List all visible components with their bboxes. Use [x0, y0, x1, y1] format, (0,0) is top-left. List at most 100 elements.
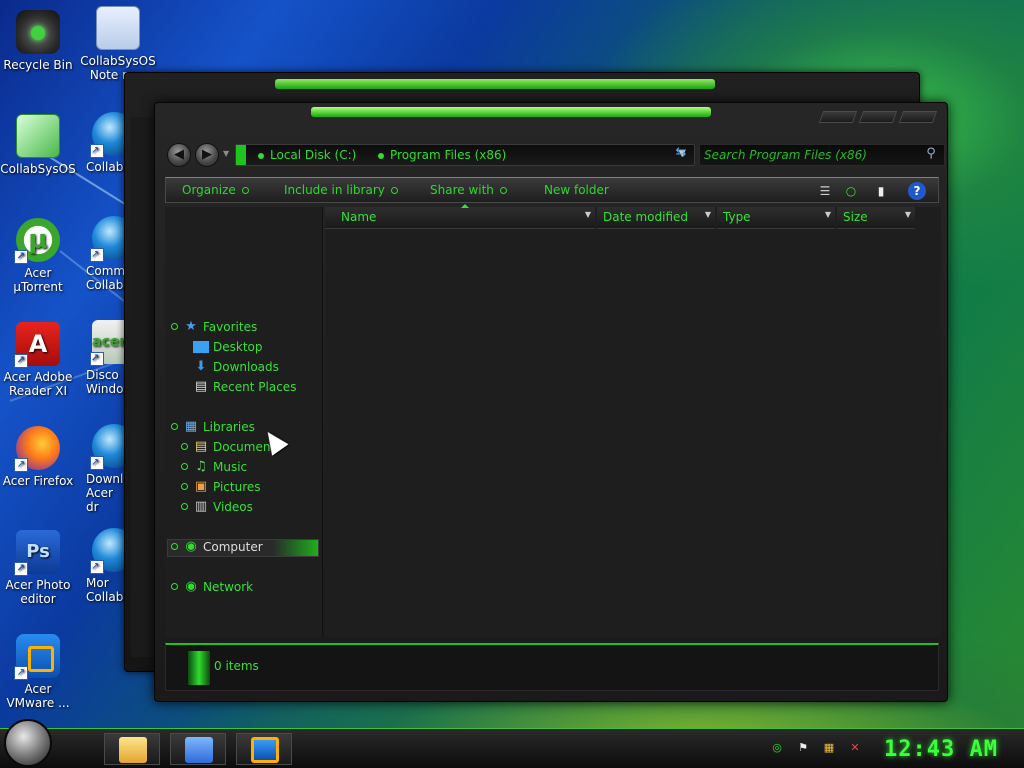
expand-icon: [181, 483, 188, 490]
shortcut-arrow-icon: ↗: [90, 352, 104, 366]
desktop-icon-firefox[interactable]: ↗ Acer Firefox: [0, 426, 76, 488]
preview-pane-icon[interactable]: ▮: [872, 182, 890, 200]
desktop-icon-label: Acer Firefox: [2, 474, 74, 488]
shortcut-arrow-icon: ↗: [14, 458, 28, 472]
desktop-icon-vmware[interactable]: ↗ Acer VMware ...: [0, 634, 76, 710]
column-dropdown-icon[interactable]: ▼: [905, 210, 911, 219]
start-button[interactable]: [4, 719, 52, 767]
network-icon: ◉: [185, 579, 197, 594]
desktop-icon-label: Downl Acer dr: [86, 472, 124, 514]
dropdown-dot-icon: [241, 187, 249, 194]
explorer-window[interactable]: ◀ ▶ ▼ Local Disk (C:) Program Files (x86…: [154, 102, 948, 702]
desktop-icon-more-collabs[interactable]: ↗ Mor CollabS: [80, 528, 124, 604]
column-dropdown-icon[interactable]: ▼: [705, 210, 711, 219]
network-status-icon[interactable]: ▦: [822, 741, 836, 755]
shortcut-arrow-icon: ↗: [90, 560, 104, 574]
desktop-icon-label: CollabSysOS: [0, 162, 76, 176]
expand-icon: [181, 463, 188, 470]
star-icon: ★: [185, 319, 197, 334]
desktop-icon-collabsysos-note[interactable]: CollabSysOS Note re…: [80, 6, 156, 82]
dropdown-dot-icon: [390, 187, 398, 194]
column-header-date-modified[interactable]: Date modified ▼: [597, 207, 715, 229]
new-folder-button[interactable]: New folder: [544, 183, 609, 197]
show-hidden-icons-icon[interactable]: ◎: [770, 741, 784, 755]
desktop-icon-photo-editor[interactable]: Ps ↗ Acer Photo editor: [0, 530, 76, 606]
column-dropdown-icon[interactable]: ▼: [585, 210, 591, 219]
clock[interactable]: 12:43 AM: [884, 737, 998, 762]
acer-icon: acer ↗: [90, 320, 124, 366]
desktop-icon-label: Recycle Bin: [3, 58, 73, 72]
globe-icon: ↗: [90, 112, 124, 158]
desktop-icon-download-acer[interactable]: ↗ Downl Acer dr: [80, 424, 124, 514]
desktop-icon-recycle-bin[interactable]: Recycle Bin: [0, 10, 76, 72]
pictures-icon: ▣: [194, 479, 208, 494]
desktop-icon-label: Acer Photo editor: [5, 578, 71, 606]
system-tray: ◎ ⚑ ▦ ✕ 12:43 AM: [760, 733, 1024, 765]
column-header-name[interactable]: Name ▼: [325, 204, 595, 229]
close-button[interactable]: [898, 111, 938, 123]
taskbar-control-panel-button[interactable]: [170, 733, 226, 765]
desktop-icon-collabsysos[interactable]: CollabSysOS: [0, 114, 76, 176]
search-input[interactable]: [704, 147, 918, 163]
volume-muted-icon[interactable]: ✕: [848, 741, 862, 755]
vmware-icon: [251, 737, 279, 763]
folder-icon: [236, 145, 246, 165]
globe-icon: ↗: [90, 424, 124, 470]
desktop-icon: [193, 341, 209, 353]
share-with-button[interactable]: Share with: [430, 183, 507, 197]
view-options-icon[interactable]: ☰: [816, 182, 834, 200]
title-glow: [275, 79, 715, 89]
desktop-icon-discover-windows[interactable]: acer ↗ Disco Windo: [80, 320, 124, 396]
taskbar-vmware-button[interactable]: [236, 733, 292, 765]
desktop-icon-comm-collabs[interactable]: ↗ Comm CollabS: [80, 216, 124, 292]
dropdown-dot-icon: [499, 187, 507, 194]
desktop-icon-label: Acer VMware ...: [6, 682, 70, 710]
documents-icon: ▤: [194, 439, 208, 454]
desktop-icon-label: Disco Windo: [86, 368, 124, 396]
recent-pages-dropdown[interactable]: ▼: [223, 149, 229, 158]
expand-icon: [181, 503, 188, 510]
action-center-flag-icon[interactable]: ⚑: [796, 741, 810, 755]
minimize-button[interactable]: [818, 111, 858, 123]
organize-button[interactable]: Organize: [182, 183, 249, 197]
recent-places-icon: ▤: [194, 379, 208, 394]
column-header-type[interactable]: Type ▼: [717, 207, 835, 229]
file-list[interactable]: Name ▼ Date modified ▼ Type ▼ Size ▼: [325, 204, 941, 637]
help-icon[interactable]: ?: [908, 182, 926, 200]
libraries-icon: ▦: [184, 419, 198, 434]
globe-icon: ↗: [90, 216, 124, 262]
search-box[interactable]: ⚲: [699, 144, 945, 166]
column-header-size[interactable]: Size ▼: [837, 207, 915, 229]
recycle-bin-icon: [16, 10, 60, 54]
expand-icon: [171, 323, 178, 330]
shortcut-arrow-icon: ↗: [14, 354, 28, 368]
separator-dot-icon: [258, 152, 264, 159]
refresh-icon[interactable]: ⇆: [671, 145, 691, 163]
desktop-icon-adobe-reader[interactable]: A ↗ Acer Adobe Reader XI: [0, 322, 76, 398]
notepad-icon: [96, 6, 140, 50]
search-icon[interactable]: ⚲: [922, 146, 940, 164]
shortcut-arrow-icon: ↗: [90, 456, 104, 470]
shortcut-arrow-icon: ↗: [14, 666, 28, 680]
breadcrumb-program-files[interactable]: Program Files (x86): [378, 148, 506, 162]
back-button[interactable]: ◀: [167, 143, 191, 167]
breadcrumb-local-disk[interactable]: Local Disk (C:): [258, 148, 356, 162]
folder-thumbnail-icon: [188, 651, 210, 685]
forward-button[interactable]: ▶: [195, 143, 219, 167]
desktop-icon-collabs[interactable]: ↗ CollabS: [80, 112, 124, 174]
maximize-button[interactable]: [858, 111, 898, 123]
include-in-library-button[interactable]: Include in library: [284, 183, 398, 197]
file-explorer-icon: [119, 737, 147, 763]
shortcut-arrow-icon: ↗: [90, 144, 104, 158]
desktop-icon-label: Acer µTorrent: [13, 266, 63, 294]
navigation-pane: ★ Favorites Desktop ⬇ Downloads ▤ Recent…: [165, 207, 323, 637]
taskbar-explorer-button[interactable]: [104, 733, 160, 765]
taskbar: ◎ ⚑ ▦ ✕ 12:43 AM: [0, 719, 1024, 768]
utorrent-icon: µ ↗: [14, 218, 60, 264]
shortcut-arrow-icon: ↗: [14, 562, 28, 576]
desktop-icon-utorrent[interactable]: µ ↗ Acer µTorrent: [0, 218, 76, 294]
navigation-bar: ◀ ▶ ▼ Local Disk (C:) Program Files (x86…: [165, 141, 945, 169]
view-dropdown-icon[interactable]: ○: [842, 182, 860, 200]
column-dropdown-icon[interactable]: ▼: [825, 210, 831, 219]
address-bar[interactable]: Local Disk (C:) Program Files (x86) ▼: [235, 144, 695, 166]
